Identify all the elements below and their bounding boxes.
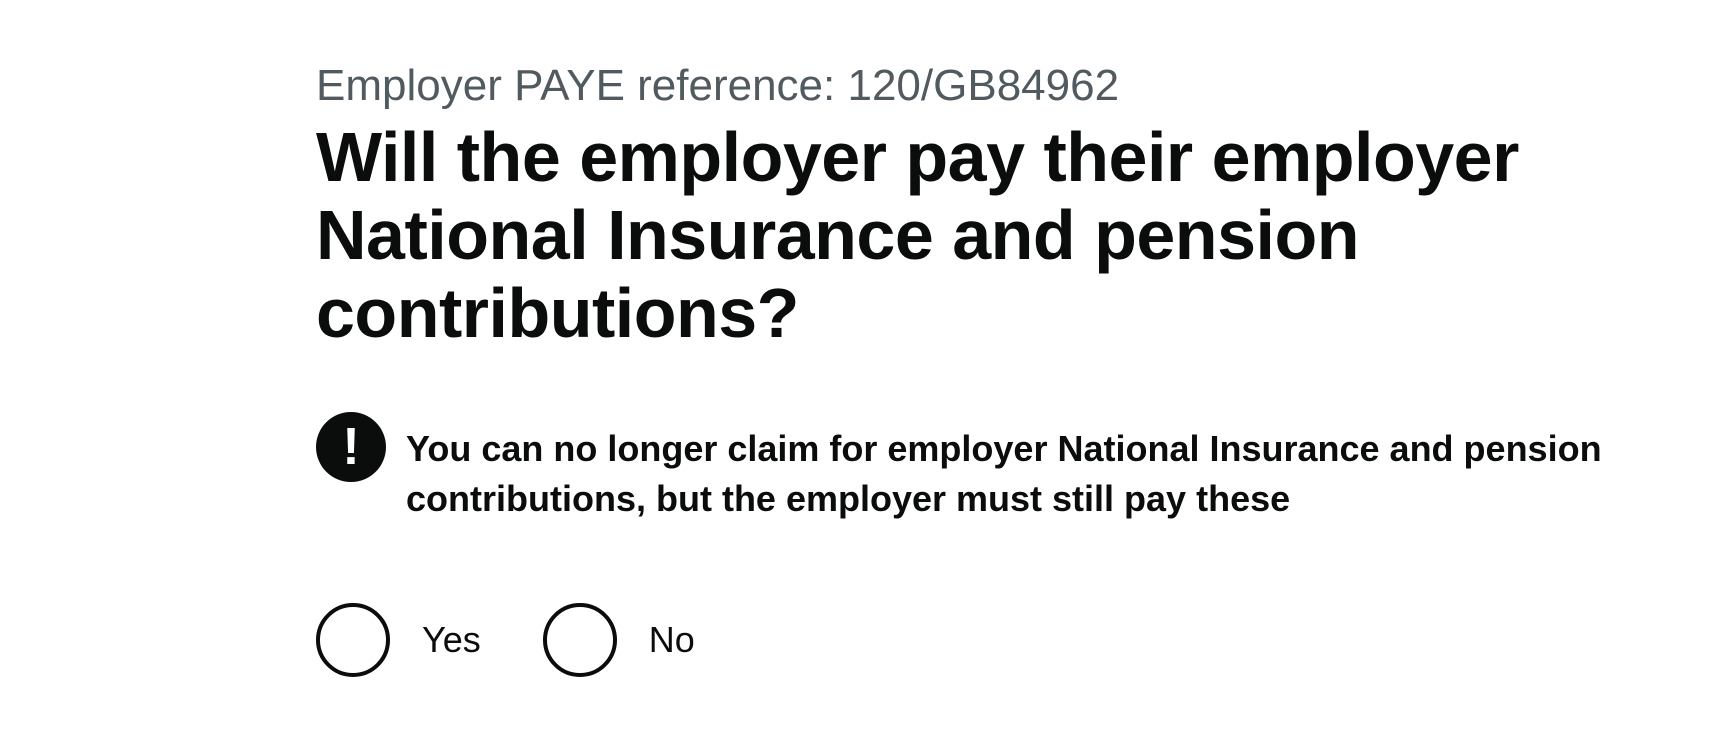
radio-group: Yes No	[316, 603, 757, 677]
radio-option-yes[interactable]: Yes	[316, 603, 481, 677]
radio-option-no[interactable]: No	[542, 603, 695, 677]
radio-label-yes[interactable]: Yes	[422, 618, 481, 662]
radio-button-yes[interactable]	[316, 603, 390, 677]
paye-reference-caption: Employer PAYE reference: 120/GB84962	[316, 61, 1120, 110]
page-title: Will the employer pay their employer Nat…	[316, 118, 1519, 352]
exclamation-icon: !	[316, 412, 386, 482]
page: Employer PAYE reference: 120/GB84962 Wil…	[0, 0, 1734, 736]
radio-button-no[interactable]	[542, 603, 617, 677]
warning-message: You can no longer claim for employer Nat…	[406, 428, 1602, 519]
radio-label-no[interactable]: No	[649, 618, 695, 662]
